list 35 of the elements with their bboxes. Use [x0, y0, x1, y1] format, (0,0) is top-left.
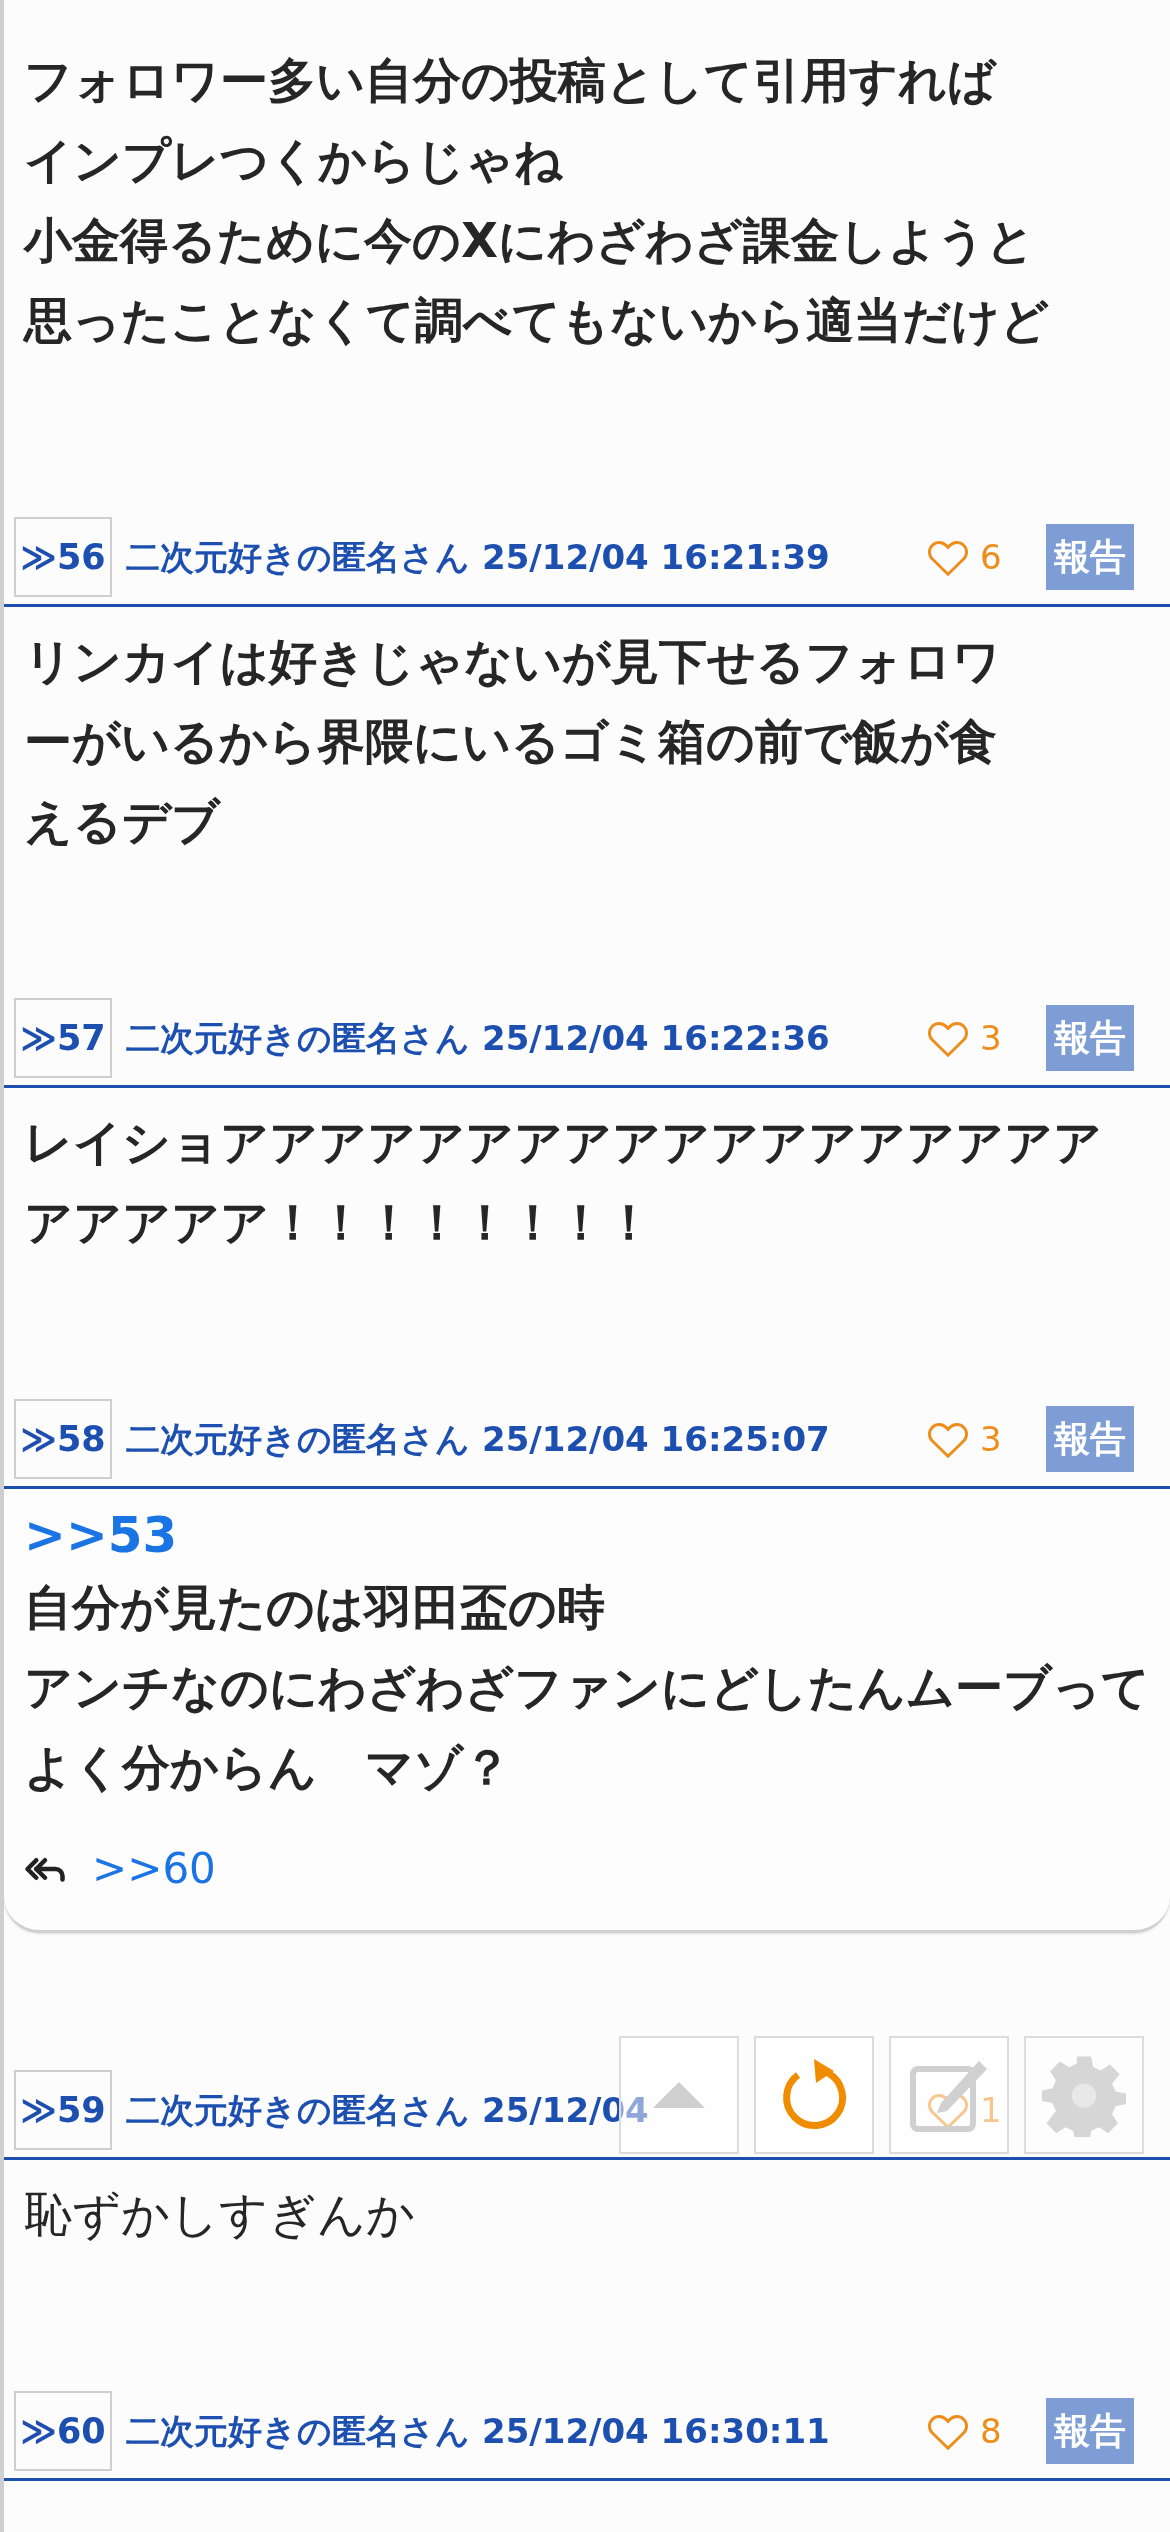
poster-name: 二次元好きの匿名さん: [126, 1417, 470, 1461]
settings-button[interactable]: [1024, 2036, 1144, 2154]
reload-button[interactable]: [754, 2036, 874, 2154]
post-number-link[interactable]: ≫57: [14, 998, 112, 1078]
post-date: 25/12/04 16:25:07: [482, 1417, 830, 1461]
post-number-link[interactable]: ≫59: [14, 2070, 112, 2150]
like-count: 8: [980, 2409, 1003, 2453]
post-date: 25/12/04 16:22:36: [482, 1016, 830, 1060]
post-number-link[interactable]: ≫58: [14, 1399, 112, 1479]
post-text: 自分が見たのは羽田盃の時 アンチなのにわざわざファンにどしたんムーブって よく分からん マゾ？: [24, 1578, 1151, 1797]
poster-name: 二次元好きの匿名さん: [126, 2088, 470, 2132]
report-button[interactable]: 報告: [1046, 524, 1134, 590]
edit-button[interactable]: [889, 2036, 1009, 2154]
like-count: 3: [980, 1417, 1003, 1461]
report-button[interactable]: 報告: [1046, 1005, 1134, 1071]
quote-link[interactable]: >>53: [24, 1503, 1170, 1567]
like-count: 1: [980, 2088, 1003, 2132]
post-text: 恥ずかしすぎんか: [24, 2185, 416, 2244]
report-button[interactable]: 報告: [1046, 1406, 1134, 1472]
poster-name: 二次元好きの匿名さん: [126, 535, 470, 579]
post-date: 25/12/04 16:21:39: [482, 535, 830, 579]
post-text: レイショアアアアアアアアアアアアアアアアアア アアアアア！！！！！！！！: [24, 1113, 1103, 1252]
post-number-link[interactable]: ≫56: [14, 517, 112, 597]
reply-link[interactable]: >>60: [92, 1837, 216, 1900]
post-date: 25/12/04 16:30:11: [482, 2409, 830, 2453]
like-count: 6: [980, 535, 1003, 579]
up-triangle-icon: [651, 2080, 707, 2110]
poster-name: 二次元好きの匿名さん: [126, 2409, 470, 2453]
poster-name: 二次元好きの匿名さん: [126, 1016, 470, 1060]
post-text: リンカイは好きじゃないが見下せるフォロワ ーがいるから界隈にいるゴミ箱の前で飯が食 えるデブ: [24, 632, 1002, 851]
like-count: 3: [980, 1016, 1003, 1060]
post-date: 25/12/04: [482, 2088, 649, 2132]
post-text: フォロワー多い自分の投稿として引用すれば インプレつくからじゃね 小金得るために今のXにわざわざ課金しようと 思ったことなくて調べてもないから適当だけど: [24, 51, 1050, 350]
report-button[interactable]: 報告: [1046, 2398, 1134, 2464]
post-number-link[interactable]: ≫60: [14, 2391, 112, 2471]
